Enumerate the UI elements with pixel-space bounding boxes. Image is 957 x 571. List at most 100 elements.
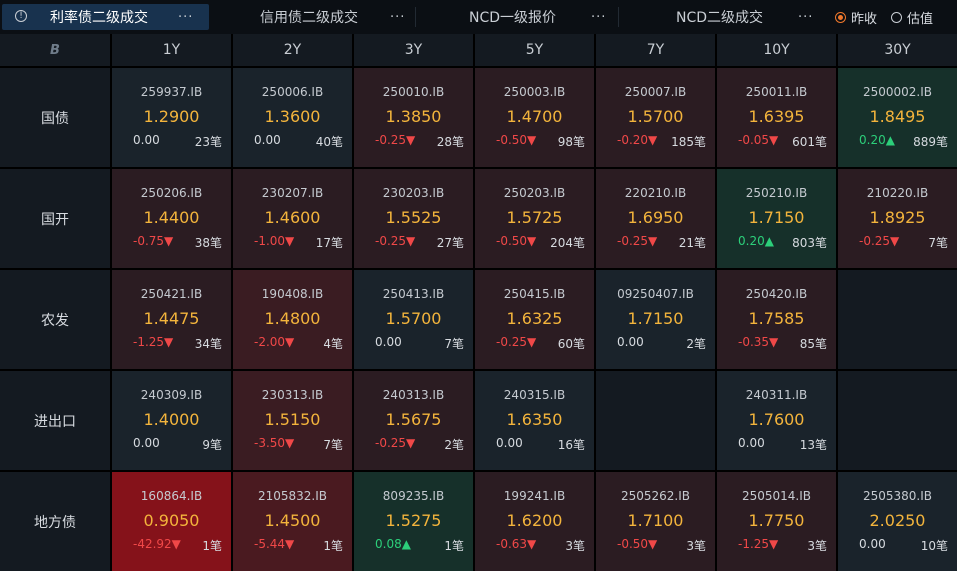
quote-cell[interactable]: 09250407.IB 1.7150 0.00 2笔 xyxy=(596,270,715,369)
trade-count: 60笔 xyxy=(557,337,585,351)
tenor-header-30y[interactable]: 30Y xyxy=(838,34,957,66)
bond-code: 250206.IB xyxy=(140,186,203,200)
tab-credit-bond-secondary[interactable]: 信用债二级成交 ··· xyxy=(213,4,415,30)
quote-cell[interactable]: 250007.IB 1.5700 -0.20▼ 185笔 xyxy=(596,68,715,167)
radio-dot xyxy=(834,11,846,23)
tenor-header-5y[interactable]: 5Y xyxy=(475,34,594,66)
bond-code: 230207.IB xyxy=(261,186,324,200)
more-options-icon[interactable]: ··· xyxy=(390,10,405,25)
tenor-header-2y[interactable]: 2Y xyxy=(233,34,352,66)
trade-count: 3笔 xyxy=(565,539,585,553)
row-header: 进出口 xyxy=(0,371,110,470)
quote-cell[interactable]: 2505380.IB 2.0250 0.00 10笔 xyxy=(838,472,957,571)
tenor-header-10y[interactable]: 10Y xyxy=(717,34,836,66)
trade-count: 98笔 xyxy=(557,135,585,149)
quote-cell[interactable]: 259937.IB 1.2900 0.00 23笔 xyxy=(112,68,231,167)
trade-count: 1笔 xyxy=(444,539,464,553)
quote-cell[interactable]: 240309.IB 1.4000 0.00 9笔 xyxy=(112,371,231,470)
quote-cell[interactable]: 250420.IB 1.7585 -0.35▼ 85笔 xyxy=(717,270,836,369)
yield-value: 1.7150 xyxy=(748,208,805,227)
quote-cell[interactable]: 250010.IB 1.3850 -0.25▼ 28笔 xyxy=(354,68,473,167)
more-options-icon[interactable]: ··· xyxy=(798,10,813,25)
bond-code: 2505014.IB xyxy=(741,489,812,503)
trade-count: 38笔 xyxy=(194,236,222,250)
yield-change: 0.00 xyxy=(738,436,765,450)
quote-cell[interactable]: 220210.IB 1.6950 -0.25▼ 21笔 xyxy=(596,169,715,268)
trade-count: 1笔 xyxy=(202,539,222,553)
bond-code: 250007.IB xyxy=(624,85,687,99)
yield-change: -1.25▼ xyxy=(133,335,174,349)
trade-count: 1笔 xyxy=(323,539,343,553)
yield-value: 1.4600 xyxy=(264,208,321,227)
quote-cell[interactable]: 240313.IB 1.5675 -0.25▼ 2笔 xyxy=(354,371,473,470)
quote-cell[interactable]: 240315.IB 1.6350 0.00 16笔 xyxy=(475,371,594,470)
yield-change: -0.25▼ xyxy=(496,335,537,349)
quote-cell[interactable]: 210220.IB 1.8925 -0.25▼ 7笔 xyxy=(838,169,957,268)
quote-cell[interactable]: 240311.IB 1.7600 0.00 13笔 xyxy=(717,371,836,470)
yield-value: 1.7100 xyxy=(627,511,684,530)
quote-cell[interactable]: 2505262.IB 1.7100 -0.50▼ 3笔 xyxy=(596,472,715,571)
radio-prev-close[interactable]: 昨收 xyxy=(834,8,877,27)
tenor-header-3y[interactable]: 3Y xyxy=(354,34,473,66)
yield-value: 1.6200 xyxy=(506,511,563,530)
info-icon[interactable]: ! xyxy=(15,10,27,22)
trade-count: 21笔 xyxy=(678,236,706,250)
radio-valuation[interactable]: 估值 xyxy=(890,8,933,27)
bond-code: 250010.IB xyxy=(382,85,445,99)
bond-code: 809235.IB xyxy=(382,489,445,503)
row-header: 国开 xyxy=(0,169,110,268)
trade-count: 3笔 xyxy=(686,539,706,553)
quote-cell[interactable]: 250415.IB 1.6325 -0.25▼ 60笔 xyxy=(475,270,594,369)
tab-ncd-primary-quote[interactable]: NCD一级报价 ··· xyxy=(416,4,618,30)
tab-label: NCD一级报价 xyxy=(469,10,557,26)
yield-change: -0.25▼ xyxy=(859,234,900,248)
yield-change: 0.20▲ xyxy=(859,133,895,147)
bond-code: 230203.IB xyxy=(382,186,445,200)
yield-change: 0.00 xyxy=(133,133,160,147)
tenor-header-7y[interactable]: 7Y xyxy=(596,34,715,66)
trade-count: 10笔 xyxy=(920,539,948,553)
quote-cell[interactable]: 230207.IB 1.4600 -1.00▼ 17笔 xyxy=(233,169,352,268)
quote-cell[interactable]: 2500002.IB 1.8495 0.20▲ 889笔 xyxy=(838,68,957,167)
yield-change: -42.92▼ xyxy=(133,537,181,551)
bond-code: 240311.IB xyxy=(745,388,808,402)
quote-cell-empty xyxy=(838,371,957,470)
quote-cell[interactable]: 250206.IB 1.4400 -0.75▼ 38笔 xyxy=(112,169,231,268)
yield-value: 1.7600 xyxy=(748,410,805,429)
quote-cell[interactable]: 250203.IB 1.5725 -0.50▼ 204笔 xyxy=(475,169,594,268)
quote-cell[interactable]: 250421.IB 1.4475 -1.25▼ 34笔 xyxy=(112,270,231,369)
quote-cell[interactable]: 250003.IB 1.4700 -0.50▼ 98笔 xyxy=(475,68,594,167)
trade-count: 7笔 xyxy=(444,337,464,351)
quote-cell[interactable]: 2505014.IB 1.7750 -1.25▼ 3笔 xyxy=(717,472,836,571)
yield-value: 1.5675 xyxy=(385,410,442,429)
yield-change: -0.25▼ xyxy=(375,234,416,248)
tab-ncd-secondary[interactable]: NCD二级成交 ··· xyxy=(619,4,821,30)
quote-cell[interactable]: 230313.IB 1.5150 -3.50▼ 7笔 xyxy=(233,371,352,470)
bond-code: 2505380.IB xyxy=(862,489,933,503)
more-options-icon[interactable]: ··· xyxy=(178,10,193,25)
more-options-icon[interactable]: ··· xyxy=(591,10,606,25)
quote-cell[interactable]: 809235.IB 1.5275 0.08▲ 1笔 xyxy=(354,472,473,571)
quote-cell[interactable]: 2105832.IB 1.4500 -5.44▼ 1笔 xyxy=(233,472,352,571)
trade-count: 2笔 xyxy=(686,337,706,351)
bond-code: 250421.IB xyxy=(140,287,203,301)
bond-code: 250003.IB xyxy=(503,85,566,99)
quote-cell[interactable]: 250210.IB 1.7150 0.20▲ 803笔 xyxy=(717,169,836,268)
quote-cell[interactable]: 199241.IB 1.6200 -0.63▼ 3笔 xyxy=(475,472,594,571)
quote-cell[interactable]: 160864.IB 0.9050 -42.92▼ 1笔 xyxy=(112,472,231,571)
bond-logo-icon: B xyxy=(50,42,60,58)
row-header: 农发 xyxy=(0,270,110,369)
quote-cell[interactable]: 190408.IB 1.4800 -2.00▼ 4笔 xyxy=(233,270,352,369)
yield-value: 1.5150 xyxy=(264,410,321,429)
yield-value: 1.7585 xyxy=(748,309,805,328)
quote-cell[interactable]: 230203.IB 1.5525 -0.25▼ 27笔 xyxy=(354,169,473,268)
bond-code: 250210.IB xyxy=(745,186,808,200)
quote-cell[interactable]: 250006.IB 1.3600 0.00 40笔 xyxy=(233,68,352,167)
quote-cell[interactable]: 250413.IB 1.5700 0.00 7笔 xyxy=(354,270,473,369)
trade-count: 2笔 xyxy=(444,438,464,452)
tab-rate-bond-secondary[interactable]: ! 利率债二级成交 ··· xyxy=(2,4,209,30)
tenor-header-1y[interactable]: 1Y xyxy=(112,34,231,66)
quote-cell[interactable]: 250011.IB 1.6395 -0.05▼ 601笔 xyxy=(717,68,836,167)
trade-count: 185笔 xyxy=(671,135,706,149)
yield-change: 0.00 xyxy=(133,436,160,450)
